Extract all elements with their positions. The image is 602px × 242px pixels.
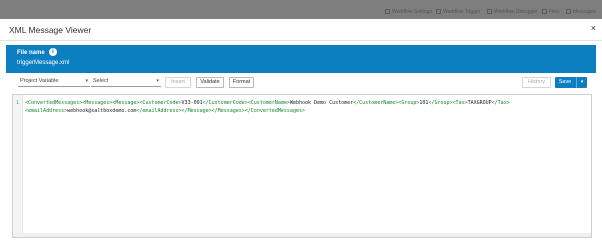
variable-select-value: Select xyxy=(93,78,109,84)
project-variable-select[interactable]: Project Variable ▾ xyxy=(18,77,90,87)
chevron-down-icon: ▾ xyxy=(85,78,88,84)
save-button[interactable]: Save ▾ xyxy=(555,77,587,88)
close-icon[interactable]: × xyxy=(591,24,596,33)
chevron-down-icon: ▾ xyxy=(156,78,159,84)
chevron-down-icon[interactable]: ▾ xyxy=(576,77,587,88)
variable-select[interactable]: Select ▾ xyxy=(91,77,161,87)
format-button[interactable]: Format xyxy=(229,77,254,88)
insert-button[interactable]: Insert xyxy=(165,77,191,88)
save-button-label: Save xyxy=(558,79,572,85)
file-name-label: File name xyxy=(17,50,45,56)
code-line-wrapped: <emailAddress>webhook@saltboxdemo.com</e… xyxy=(25,108,305,114)
modal-header: XML Message Viewer × xyxy=(0,19,602,41)
modal-title: XML Message Viewer xyxy=(9,25,92,35)
file-name-value: triggerMessage.xml xyxy=(17,60,70,66)
validate-button[interactable]: Validate xyxy=(196,77,224,88)
info-icon[interactable]: i xyxy=(49,48,57,56)
history-button[interactable]: History xyxy=(522,77,551,88)
horizontal-scrollbar[interactable] xyxy=(13,233,591,237)
code-line: <ConvertedMessages><Messages><Message><C… xyxy=(25,100,510,106)
editor-toolbar: Project Variable ▾ Select ▾ Insert Valid… xyxy=(12,75,592,91)
xml-message-viewer-modal: XML Message Viewer × File name i trigger… xyxy=(0,19,602,242)
line-number: 1 xyxy=(16,100,20,106)
project-variable-value: Project Variable xyxy=(20,78,59,84)
xml-code-editor[interactable]: 1 <ConvertedMessages><Messages><Message>… xyxy=(12,94,592,238)
line-number-gutter: 1 xyxy=(13,95,23,237)
file-info-banner: File name i triggerMessage.xml xyxy=(6,45,596,73)
